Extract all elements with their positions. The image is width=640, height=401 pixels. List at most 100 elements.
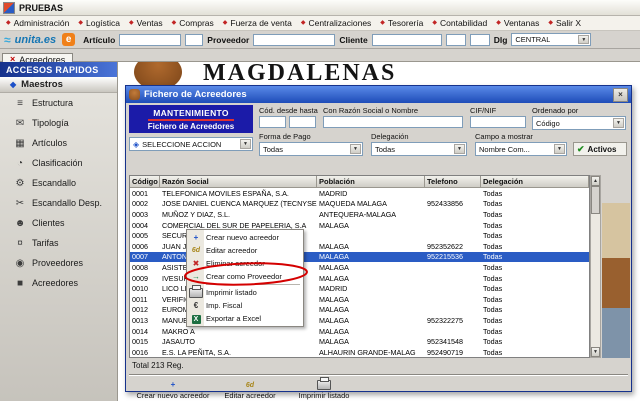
dialog-close-button[interactable]: × bbox=[613, 87, 628, 102]
sidebar-header: ACCESOS RAPIDOS bbox=[0, 62, 117, 77]
sidebar-section-label: Maestros bbox=[21, 79, 63, 90]
banner-rule bbox=[148, 118, 234, 121]
menu-item-compras[interactable]: ◆ Compras bbox=[172, 18, 214, 28]
chevron-down-icon[interactable]: ▼ bbox=[350, 144, 361, 154]
client-input[interactable] bbox=[371, 33, 442, 46]
unita-logo-icon: ≈ bbox=[4, 32, 11, 47]
context-menu-item-imprimir-listado[interactable]: Imprimir listado bbox=[187, 284, 303, 299]
chevron-down-icon[interactable]: ▼ bbox=[578, 35, 590, 44]
context-menu-item-crear-como-proveedor[interactable]: → Crear como Proveedor bbox=[187, 270, 303, 283]
cell-telefono: 952352622 bbox=[427, 241, 463, 251]
aux-input-1[interactable] bbox=[445, 33, 466, 46]
cif-input[interactable] bbox=[470, 116, 526, 128]
article-input[interactable] bbox=[119, 33, 182, 46]
cell-codigo: 0010 bbox=[132, 284, 148, 294]
chevron-down-icon[interactable]: ▼ bbox=[554, 144, 565, 154]
table-row[interactable]: 0003 MUÑOZ Y DIAZ, S.L. ANTEQUERA-MALAGA To… bbox=[130, 209, 589, 220]
delete-icon: ✖ bbox=[192, 259, 200, 268]
article-aux-input[interactable] bbox=[185, 33, 204, 46]
campo-select[interactable]: Nombre Com... ▼ bbox=[475, 142, 567, 156]
menu-item-salir-x[interactable]: ◆ Salir X bbox=[548, 18, 581, 28]
action-icon: ◈ bbox=[133, 139, 140, 149]
cell-poblacion: MALAGA bbox=[319, 262, 349, 272]
cod-to-input[interactable] bbox=[289, 116, 316, 128]
e-logo-icon[interactable]: e bbox=[62, 33, 76, 46]
context-menu-item-label: Imp. Fiscal bbox=[206, 301, 243, 310]
context-menu-item-label: Crear como Proveedor bbox=[206, 272, 282, 281]
menu-item-label: Salir X bbox=[555, 18, 581, 28]
sidebar-item-tarifas[interactable]: ¤ Tarifas bbox=[0, 233, 117, 253]
sidebar-item-art-culos[interactable]: ▦ Artículos bbox=[0, 133, 117, 153]
cod-from-input[interactable] bbox=[259, 116, 286, 128]
crear-nuevo-acreedor-button[interactable]: + Crear nuevo acreedor bbox=[134, 378, 212, 400]
photo-seg-cream bbox=[602, 203, 630, 258]
delegacion-select[interactable]: Todas ▼ bbox=[371, 142, 467, 156]
column-header-telefono[interactable]: Telefono bbox=[425, 176, 481, 188]
dlg-select[interactable]: CENTRAL ▼ bbox=[511, 33, 592, 46]
editar-acreedor-button[interactable]: 6d Editar acreedor bbox=[218, 378, 282, 400]
dialog-titlebar[interactable]: Fichero de Acreedores × bbox=[126, 86, 631, 103]
context-menu-item-eliminar-acreedor[interactable]: ✖ Eliminar acreedor bbox=[187, 257, 303, 270]
table-row[interactable]: 0016 E.S. LA PEÑITA, S.A. ALHAURIN GRANDE-… bbox=[130, 347, 589, 357]
column-header-poblaci-n[interactable]: Población bbox=[317, 176, 425, 188]
menu-item-administraci-n[interactable]: ◆ Administración bbox=[6, 18, 69, 28]
edit-icon: 6d bbox=[245, 382, 255, 389]
cell-telefono bbox=[425, 273, 481, 284]
vertical-scrollbar[interactable]: ▲ ▼ bbox=[590, 175, 601, 358]
ordenado-select[interactable]: Código ▼ bbox=[532, 116, 626, 130]
forma-pago-select[interactable]: Todas ▼ bbox=[259, 142, 363, 156]
sidebar-item-estructura[interactable]: ≡ Estructura bbox=[0, 93, 117, 113]
provider-input[interactable] bbox=[253, 33, 336, 46]
menu-item-centralizaciones[interactable]: ◆ Centralizaciones bbox=[301, 18, 371, 28]
action-select[interactable]: ◈ SELECCIONE ACCION ▼ bbox=[129, 137, 253, 151]
menu-item-ventanas[interactable]: ◆ Ventanas bbox=[496, 18, 539, 28]
context-menu-item-crear-nuevo-acreedor[interactable]: + Crear nuevo acreedor bbox=[187, 231, 303, 244]
imprimir-listado-button[interactable]: Imprimir listado bbox=[288, 376, 360, 400]
cif-label: CIF/NIF bbox=[470, 106, 497, 115]
scrollbar-thumb[interactable] bbox=[591, 186, 600, 214]
cell-poblacion: MADRID bbox=[319, 188, 348, 198]
activos-checkbox[interactable]: ✔ Activos bbox=[573, 142, 627, 156]
dialog-title: Fichero de Acreedores bbox=[144, 89, 247, 100]
menu-item-label: Fuerza de venta bbox=[230, 18, 292, 28]
table-row[interactable]: 0002 JOSE DANIEL CUENCA MARQUEZ (TECNYSER… bbox=[130, 199, 589, 210]
menu-item-ventas[interactable]: ◆ Ventas bbox=[129, 18, 163, 28]
context-menu-item-imp-fiscal[interactable]: € Imp. Fiscal bbox=[187, 299, 303, 312]
sidebar-item-proveedores[interactable]: ◉ Proveedores bbox=[0, 253, 117, 273]
sidebar-item-tipolog-a[interactable]: ✉ Tipología bbox=[0, 113, 117, 133]
aux-input-2[interactable] bbox=[469, 33, 490, 46]
dlg-label: Dlg bbox=[493, 34, 508, 45]
sidebar-section-maestros[interactable]: ◆ Maestros bbox=[0, 77, 117, 93]
scroll-up-icon[interactable]: ▲ bbox=[591, 176, 600, 186]
context-menu-item-editar-acreedor[interactable]: 6d Editar acreedor bbox=[187, 244, 303, 257]
context-menu: + Crear nuevo acreedor 6d Editar acreedor ✖ E… bbox=[186, 229, 304, 327]
chevron-down-icon[interactable]: ▼ bbox=[454, 144, 465, 154]
table-row[interactable]: 0001 TELEFONICA MOVILES ESPAÑA, S.A. MADRI… bbox=[130, 188, 589, 199]
sidebar-item-label: Artículos bbox=[32, 138, 68, 148]
sidebar-item-escandallo-desp-[interactable]: ✂ Escandallo Desp. bbox=[0, 193, 117, 213]
ordenado-value: Código bbox=[536, 118, 560, 128]
sidebar-item-acreedores[interactable]: ■ Acreedores bbox=[0, 273, 117, 293]
menu-item-contabilidad[interactable]: ◆ Contabilidad bbox=[432, 18, 487, 28]
column-header-c-digo[interactable]: Código bbox=[130, 176, 160, 188]
menu-item-log-stica[interactable]: ◆ Logística bbox=[78, 18, 120, 28]
footer-buttons: + Crear nuevo acreedor 6d Editar acreedor Im… bbox=[134, 376, 360, 400]
chevron-down-icon[interactable]: ▼ bbox=[613, 118, 624, 128]
cell-codigo: 0011 bbox=[132, 294, 148, 304]
sidebar-item-escandallo[interactable]: ⚙ Escandallo bbox=[0, 173, 117, 193]
chevron-down-icon[interactable]: ▼ bbox=[240, 139, 251, 149]
sidebar-item-clasificaci-n[interactable]: ◔ Clasificación bbox=[0, 153, 117, 173]
menu-item-fuerza-de-venta[interactable]: ◆ Fuerza de venta bbox=[223, 18, 292, 28]
column-header-raz-n-social[interactable]: Razón Social bbox=[160, 176, 317, 188]
plus-icon: + bbox=[193, 233, 199, 242]
sidebar-item-clientes[interactable]: ☻ Clientes bbox=[0, 213, 117, 233]
table-row[interactable]: 0015 JASAUTO MALAGA 952341548 Todas bbox=[130, 336, 589, 347]
context-menu-item-exportar-a-excel[interactable]: X Exportar a Excel bbox=[187, 312, 303, 325]
scroll-down-icon[interactable]: ▼ bbox=[591, 347, 600, 357]
forma-pago-label: Forma de Pago bbox=[259, 132, 311, 141]
menu-item-tesorer-a[interactable]: ◆ Tesorería bbox=[380, 18, 423, 28]
razon-input[interactable] bbox=[323, 116, 463, 128]
column-header-delegaci-n[interactable]: Delegación bbox=[481, 176, 589, 188]
table-row[interactable]: 0014 MAKRO A MALAGA Todas bbox=[130, 326, 589, 337]
cell-telefono bbox=[425, 305, 481, 316]
